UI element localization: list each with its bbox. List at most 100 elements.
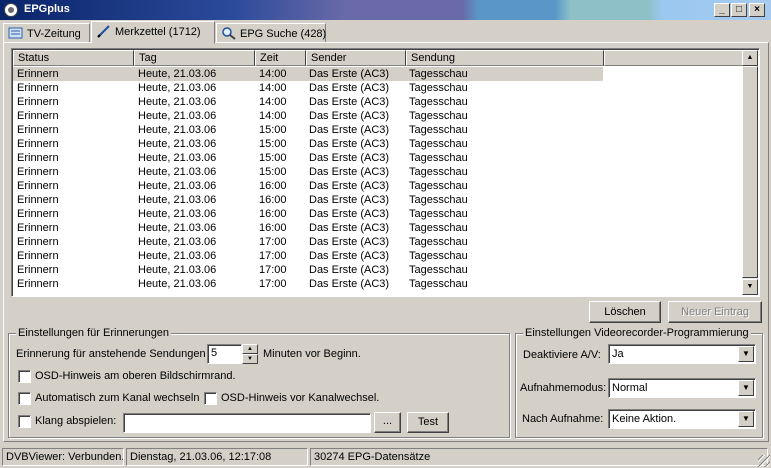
table-cell: Das Erste (AC3) [309, 166, 390, 178]
table-row[interactable]: Erinnern Heute, 21.03.06 14:00 Das Erste (A… [13, 67, 603, 81]
column-zeit[interactable]: Zeit [255, 50, 306, 66]
chevron-down-icon[interactable]: ▼ [738, 380, 754, 396]
table-cell: Heute, 21.03.06 [138, 110, 217, 122]
chevron-down-icon[interactable]: ▼ [738, 346, 754, 362]
table-row[interactable]: Erinnern Heute, 21.03.06 14:00 Das Erste (A… [13, 109, 743, 123]
after-recording-label: Nach Aufnahme: [522, 413, 604, 425]
table-cell: Das Erste (AC3) [309, 222, 390, 234]
sound-file-input[interactable] [123, 413, 371, 433]
table-cell: Tagesschau [409, 208, 468, 220]
table-cell: Tagesschau [409, 82, 468, 94]
table-cell: Tagesschau [409, 236, 468, 248]
table-cell: Tagesschau [409, 264, 468, 276]
table-cell: Erinnern [17, 68, 59, 80]
table-cell: Erinnern [17, 194, 59, 206]
close-button[interactable]: × [749, 3, 765, 17]
disable-av-value: Ja [612, 348, 624, 360]
sound-checkbox[interactable] [18, 415, 31, 428]
table-row[interactable]: Erinnern Heute, 21.03.06 16:00 Das Erste (A… [13, 207, 743, 221]
table-row[interactable]: Erinnern Heute, 21.03.06 14:00 Das Erste (A… [13, 81, 743, 95]
minutes-spinner[interactable]: ▲ ▼ [242, 344, 258, 364]
reminder-list[interactable]: Status Tag Zeit Sender Sendung Erinnern H… [11, 48, 760, 297]
table-cell: Erinnern [17, 222, 59, 234]
status-connection: DVBViewer: Verbunden. [2, 448, 124, 466]
scroll-up-button[interactable]: ▲ [742, 50, 758, 66]
auto-switch-checkbox[interactable] [18, 392, 31, 405]
table-cell: Erinnern [17, 110, 59, 122]
table-cell: 17:00 [259, 236, 287, 248]
column-status[interactable]: Status [13, 50, 134, 66]
chevron-down-icon[interactable]: ▼ [738, 411, 754, 427]
table-cell: Das Erste (AC3) [309, 264, 390, 276]
resize-grip[interactable] [758, 455, 770, 467]
table-cell: Das Erste (AC3) [309, 194, 390, 206]
table-cell: Erinnern [17, 208, 59, 220]
tab-epg-suche[interactable]: EPG Suche (428) [216, 23, 326, 43]
table-cell: Heute, 21.03.06 [138, 124, 217, 136]
recording-mode-select[interactable]: Normal ▼ [608, 378, 756, 398]
table-row[interactable]: Erinnern Heute, 21.03.06 14:00 Das Erste (A… [13, 95, 743, 109]
spin-down-icon[interactable]: ▼ [242, 354, 258, 364]
column-sender[interactable]: Sender [306, 50, 406, 66]
table-cell: Heute, 21.03.06 [138, 152, 217, 164]
table-cell: Das Erste (AC3) [309, 82, 390, 94]
table-cell: Heute, 21.03.06 [138, 96, 217, 108]
osd-top-label: OSD-Hinweis am oberen Bildschirmrand. [35, 370, 236, 382]
osd-switch-checkbox[interactable] [204, 392, 217, 405]
scroll-down-button[interactable]: ▼ [742, 279, 758, 295]
table-cell: Erinnern [17, 264, 59, 276]
column-filler [604, 50, 743, 66]
table-cell: Erinnern [17, 152, 59, 164]
table-cell: Tagesschau [409, 250, 468, 262]
disable-av-select[interactable]: Ja ▼ [608, 344, 756, 364]
table-cell: Das Erste (AC3) [309, 110, 390, 122]
minutes-input[interactable]: 5 [207, 344, 242, 364]
browse-button[interactable]: ... [374, 412, 401, 433]
table-row[interactable]: Erinnern Heute, 21.03.06 15:00 Das Erste (A… [13, 165, 743, 179]
table-row[interactable]: Erinnern Heute, 21.03.06 17:00 Das Erste (A… [13, 277, 743, 291]
table-row[interactable]: Erinnern Heute, 21.03.06 17:00 Das Erste (A… [13, 249, 743, 263]
table-row[interactable]: Erinnern Heute, 21.03.06 16:00 Das Erste (A… [13, 221, 743, 235]
table-cell: Das Erste (AC3) [309, 180, 390, 192]
table-cell: Erinnern [17, 124, 59, 136]
osd-top-checkbox[interactable] [18, 370, 31, 383]
table-row[interactable]: Erinnern Heute, 21.03.06 17:00 Das Erste (A… [13, 235, 743, 249]
column-tag[interactable]: Tag [134, 50, 255, 66]
table-row[interactable]: Erinnern Heute, 21.03.06 15:00 Das Erste (A… [13, 123, 743, 137]
minimize-button[interactable]: _ [714, 3, 730, 17]
table-cell: Heute, 21.03.06 [138, 194, 217, 206]
app-icon[interactable] [4, 3, 18, 17]
table-cell: 14:00 [259, 82, 287, 94]
table-row[interactable]: Erinnern Heute, 21.03.06 16:00 Das Erste (A… [13, 179, 743, 193]
table-cell: Tagesschau [409, 96, 468, 108]
table-cell: Erinnern [17, 250, 59, 262]
table-cell: Das Erste (AC3) [309, 208, 390, 220]
table-cell: Tagesschau [409, 194, 468, 206]
table-cell: Das Erste (AC3) [309, 236, 390, 248]
table-cell: Das Erste (AC3) [309, 278, 390, 290]
maximize-button[interactable]: □ [731, 3, 747, 17]
table-row[interactable]: Erinnern Heute, 21.03.06 15:00 Das Erste (A… [13, 137, 743, 151]
table-row[interactable]: Erinnern Heute, 21.03.06 17:00 Das Erste (A… [13, 263, 743, 277]
table-cell: Heute, 21.03.06 [138, 250, 217, 262]
group-legend: Einstellungen für Erinnerungen [16, 327, 172, 339]
delete-button[interactable]: Löschen [589, 301, 661, 323]
scroll-thumb[interactable] [742, 66, 758, 278]
table-cell: Das Erste (AC3) [309, 96, 390, 108]
table-row[interactable]: Erinnern Heute, 21.03.06 15:00 Das Erste (A… [13, 151, 743, 165]
table-cell: 15:00 [259, 138, 287, 150]
after-recording-select[interactable]: Keine Aktion. ▼ [608, 409, 756, 429]
table-cell: Erinnern [17, 180, 59, 192]
list-vertical-scrollbar[interactable]: ▲ ▼ [742, 50, 758, 295]
table-row[interactable]: Erinnern Heute, 21.03.06 16:00 Das Erste (A… [13, 193, 743, 207]
table-cell: Das Erste (AC3) [309, 124, 390, 136]
tab-merkzettel[interactable]: Merkzettel (1712) [91, 21, 215, 44]
table-cell: 14:00 [259, 110, 287, 122]
column-sendung[interactable]: Sendung [406, 50, 604, 66]
title-bar: EPGplus _ □ × [0, 0, 771, 20]
table-cell: 16:00 [259, 194, 287, 206]
test-button[interactable]: Test [407, 412, 449, 433]
new-entry-button[interactable]: Neuer Eintrag [668, 301, 762, 323]
tab-tv-zeitung[interactable]: TV-Zeitung [3, 23, 90, 43]
spin-up-icon[interactable]: ▲ [242, 344, 258, 354]
